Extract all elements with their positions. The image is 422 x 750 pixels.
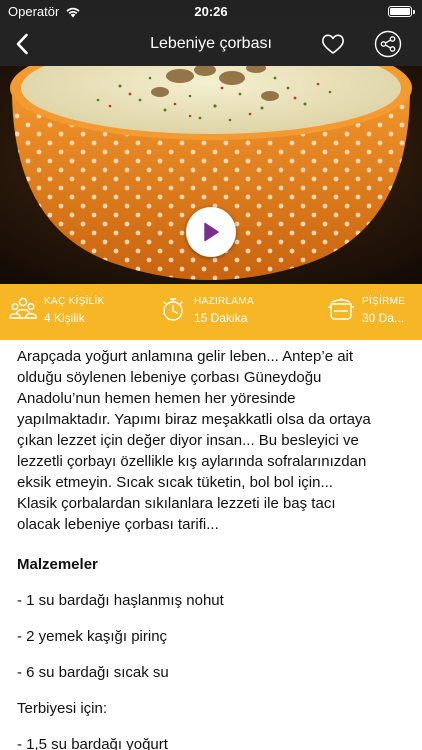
description-line: Arapçada yoğurt anlamına gelir leben... … <box>17 348 354 365</box>
share-button[interactable] <box>374 30 402 58</box>
page-title: Lebeniye çorbası <box>150 35 272 52</box>
status-bar: Operatör 20:26 <box>0 0 422 22</box>
play-button[interactable] <box>186 207 236 257</box>
navigation-bar: Lebeniye çorbası <box>0 22 422 66</box>
recipe-video-thumbnail[interactable] <box>0 66 422 284</box>
servings-value: 4 Kişilik <box>44 311 85 325</box>
description-line: eksik etmeyin. Sıcak sıcak tüketin, bol … <box>17 474 333 491</box>
stopwatch-icon <box>163 298 183 321</box>
status-time: 20:26 <box>194 4 228 19</box>
pot-icon <box>328 298 354 320</box>
servings-label: KAÇ KİŞİLİK <box>44 296 105 307</box>
cook-time-value: 30 Da... <box>362 311 405 325</box>
cook-time-info: PİŞİRME 30 Da... <box>326 294 405 325</box>
play-icon <box>204 222 219 242</box>
share-icon <box>374 30 402 58</box>
heart-icon <box>322 34 344 54</box>
prep-time-label: HAZIRLAMA <box>194 296 254 307</box>
cook-time-label: PİŞİRME <box>362 296 406 307</box>
people-icon <box>9 297 37 319</box>
description-line: çıkan lezzet için değer diyor insan... B… <box>17 432 359 449</box>
prep-time-info: HAZIRLAMA 15 Dakika <box>158 294 254 325</box>
prep-time-value: 15 Dakika <box>194 311 248 325</box>
recipe-content: Arapçada yoğurt anlamına gelir leben... … <box>17 346 409 750</box>
ingredient-item: - 6 su bardağı sıcak su <box>17 664 169 681</box>
ingredient-item: - 1,5 su bardağı yoğurt <box>17 736 168 750</box>
servings-info: KAÇ KİŞİLİK 4 Kişilik <box>8 294 105 325</box>
recipe-info-bar: KAÇ KİŞİLİK 4 Kişilik HAZIRLAMA 15 Dakik… <box>0 284 422 340</box>
ingredient-item: - 1 su bardağı haşlanmış nohut <box>17 592 224 609</box>
description-line: olduğu söylenen lebeniye çorbası Güneydo… <box>17 369 322 386</box>
description-line: yapılmaktadır. Yapımı biraz meşakkatli o… <box>17 411 371 428</box>
description-line: lezzetli çorbayı özellikle kış aylarında… <box>17 453 367 470</box>
battery-icon <box>388 6 415 17</box>
sauce-heading: Terbiyesi için: <box>17 700 108 717</box>
recipe-description: Arapçada yoğurt anlamına gelir leben... … <box>17 346 409 535</box>
ingredients-heading: Malzemeler <box>17 556 98 573</box>
description-line: Anadolu’nun hemen hemen her yöresinde <box>17 390 296 407</box>
favorite-button[interactable] <box>320 31 346 57</box>
description-line: Klasik çorbalardan sıkılanlara lezzeti i… <box>17 495 336 512</box>
description-line: olacak lebeniye çorbası tarifi... <box>17 516 219 533</box>
ingredient-item: - 2 yemek kaşığı pirinç <box>17 628 168 645</box>
